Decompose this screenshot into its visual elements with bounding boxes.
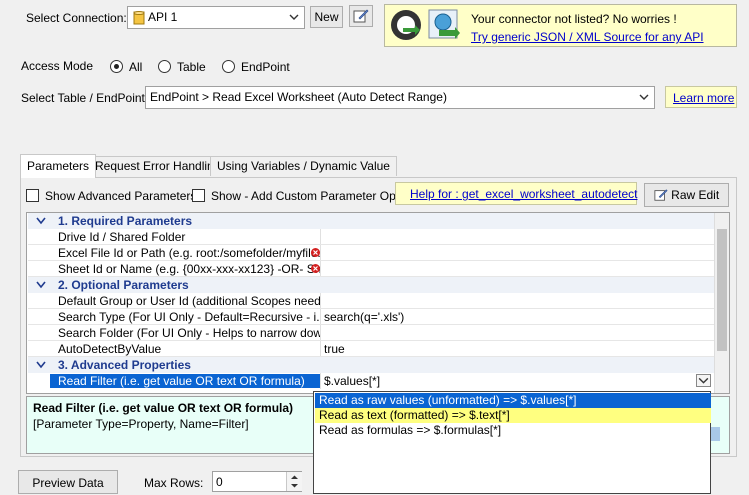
json-source-logo-icon [389, 8, 423, 42]
access-mode-table-label: Table [177, 60, 206, 74]
grid-scrollbar-thumb[interactable] [717, 229, 727, 351]
chevron-down-icon[interactable] [36, 361, 46, 369]
description-scroll-thumb [710, 427, 720, 441]
grid-row-drive-id[interactable]: Drive Id / Shared Folder [28, 229, 716, 245]
chevron-down-icon [289, 14, 299, 20]
new-connection-button[interactable]: New [310, 6, 343, 28]
access-mode-endpoint-label: EndPoint [241, 60, 290, 74]
property-name: Drive Id / Shared Folder [58, 230, 186, 244]
category-title: 2. Optional Parameters [58, 278, 189, 292]
property-value[interactable] [320, 229, 716, 245]
edit-icon [353, 9, 369, 23]
connector-banner: Your connector not listed? No worries ! … [384, 4, 737, 47]
connection-label: Select Connection: [26, 11, 127, 25]
grid-row-sheet-id[interactable]: Sheet Id or Name (e.g. {00xx-xxx-xx123} … [28, 261, 716, 277]
grid-row-search-folder[interactable]: Search Folder (For UI Only - Helps to na… [28, 325, 716, 341]
property-name: AutoDetectByValue [58, 342, 162, 356]
help-box: Help for : get_excel_worksheet_autodetec… [395, 182, 637, 205]
connector-banner-text: Your connector not listed? No worries ! [471, 12, 677, 26]
show-custom-checkbox[interactable] [192, 189, 205, 202]
connection-value: API 1 [148, 10, 178, 24]
help-link[interactable]: Help for : get_excel_worksheet_autodetec… [410, 187, 637, 201]
learn-more-link[interactable]: Learn more [673, 91, 734, 105]
access-mode-label: Access Mode [21, 59, 94, 73]
required-error-icon [311, 248, 320, 257]
category-advanced[interactable]: 3. Advanced Properties [28, 357, 716, 373]
property-name: Sheet Id or Name (e.g. {00xx-xxx-xx123} … [58, 262, 320, 276]
table-endpoint-label: Select Table / EndPoint [21, 91, 145, 105]
dropdown-option[interactable]: Read as formulas => $.formulas[*] [315, 423, 711, 438]
property-value[interactable]: search(q='.xls') [320, 309, 716, 325]
xml-source-logo-icon [427, 8, 461, 42]
grid-row-autodetect[interactable]: AutoDetectByValue true [28, 341, 716, 357]
max-rows-value[interactable]: 0 [216, 475, 223, 489]
access-mode-all-radio[interactable] [110, 60, 123, 73]
description-detail: [Parameter Type=Property, Name=Filter] [33, 417, 249, 431]
edit-icon [654, 189, 668, 201]
show-advanced-checkbox[interactable] [26, 189, 39, 202]
description-title: Read Filter (i.e. get value OR text OR f… [33, 401, 294, 415]
required-error-icon [311, 264, 320, 273]
category-required[interactable]: 1. Required Parameters [28, 213, 716, 229]
preview-data-button[interactable]: Preview Data [18, 470, 118, 494]
database-icon [133, 11, 145, 25]
property-name: Excel File Id or Path (e.g. root:/somefo… [58, 246, 320, 260]
grid-row-excel-file[interactable]: Excel File Id or Path (e.g. root:/somefo… [28, 245, 716, 261]
grid-row-search-type[interactable]: Search Type (For UI Only - Default=Recur… [28, 309, 716, 325]
dropdown-option[interactable]: Read as raw values (unformatted) => $.va… [315, 393, 711, 408]
access-mode-table-radio[interactable] [158, 60, 171, 73]
stepper-buttons[interactable] [286, 472, 302, 491]
property-name: Search Folder (For UI Only - Helps to na… [58, 326, 320, 340]
raw-edit-label: Raw Edit [671, 188, 720, 202]
property-value[interactable]: true [320, 341, 716, 357]
chevron-down-icon[interactable] [36, 281, 46, 289]
max-rows-stepper[interactable]: 0 [212, 471, 302, 492]
max-rows-label: Max Rows: [144, 476, 204, 490]
chevron-down-icon [698, 377, 709, 384]
property-value[interactable] [320, 325, 716, 341]
access-mode-endpoint-radio[interactable] [222, 60, 235, 73]
property-name: Search Type (For UI Only - Default=Recur… [58, 310, 320, 324]
dropdown-option[interactable]: Read as text (formatted) => $.text[*] [315, 408, 711, 423]
stepper-up-icon [291, 475, 298, 479]
stepper-down-icon [291, 484, 298, 488]
chevron-down-icon [639, 94, 649, 100]
learn-more-box: Learn more [665, 86, 737, 108]
property-grid: 1. Required Parameters Drive Id / Shared… [26, 212, 730, 394]
grid-row-read-filter[interactable]: Read Filter (i.e. get value OR text OR f… [28, 373, 716, 389]
grid-row-default-group[interactable]: Default Group or User Id (additional Sco… [28, 293, 716, 309]
property-value[interactable] [320, 245, 716, 261]
table-endpoint-select[interactable]: EndPoint > Read Excel Worksheet (Auto De… [145, 86, 655, 109]
grid-scrollbar[interactable] [714, 213, 729, 393]
chevron-down-icon[interactable] [36, 217, 46, 225]
read-filter-dropdown-list: Read as raw values (unformatted) => $.va… [313, 391, 711, 494]
property-value[interactable] [320, 293, 716, 309]
category-title: 1. Required Parameters [58, 214, 193, 228]
property-name-selected: Read Filter (i.e. get value OR text OR f… [50, 374, 320, 388]
property-name: Default Group or User Id (additional Sco… [58, 294, 320, 308]
connection-select[interactable]: API 1 [127, 6, 305, 29]
property-value[interactable]: $.values[*] [320, 373, 716, 389]
tab-using-variables[interactable]: Using Variables / Dynamic Value [210, 156, 397, 176]
property-value[interactable] [320, 261, 716, 277]
raw-edit-button[interactable]: Raw Edit [644, 183, 729, 207]
read-filter-dropdown-button[interactable] [696, 374, 711, 387]
tab-parameters[interactable]: Parameters [20, 154, 97, 178]
category-optional[interactable]: 2. Optional Parameters [28, 277, 716, 293]
show-custom-label: Show - Add Custom Parameter Option [211, 189, 395, 203]
edit-connection-button[interactable] [349, 5, 373, 27]
category-title: 3. Advanced Properties [58, 358, 191, 372]
table-endpoint-value: EndPoint > Read Excel Worksheet (Auto De… [150, 90, 447, 104]
tab-request-error-handling[interactable]: Request Error Handling [88, 156, 228, 176]
show-advanced-label: Show Advanced Parameters [45, 189, 197, 203]
generic-source-link[interactable]: Try generic JSON / XML Source for any AP… [471, 30, 704, 44]
access-mode-all-label: All [129, 60, 143, 74]
